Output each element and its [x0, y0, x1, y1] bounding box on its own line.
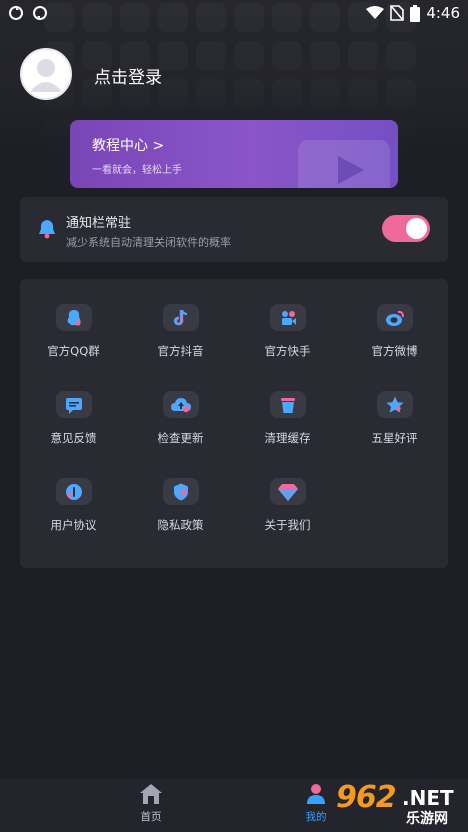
menu-item-kuaishou[interactable]: 官方快手: [234, 279, 341, 359]
profile-icon: [307, 784, 325, 804]
qq-icon: [55, 304, 92, 331]
tutorial-card[interactable]: 教程中心 > 一看就会，轻松上手: [70, 120, 398, 188]
menu-item-label: 隐私政策: [157, 518, 204, 532]
trash-icon: [269, 391, 306, 418]
menu-item-clear-cache[interactable]: 清理缓存: [234, 366, 341, 446]
avatar[interactable]: [20, 48, 72, 100]
no-sim-icon: [390, 5, 405, 21]
nav-home[interactable]: 首页: [111, 783, 191, 829]
menu-item-label: 官方抖音: [157, 344, 204, 358]
status-bar: 4:46: [0, 0, 468, 26]
menu-item-label: 清理缓存: [264, 431, 311, 445]
menu-item-five-star[interactable]: 五星好评: [341, 366, 448, 446]
play-icon: [298, 140, 390, 188]
notification-toggle[interactable]: [382, 215, 430, 242]
menu-panel: 官方QQ群 官方抖音 官方快手 官方微博 意见反馈 检查更新 清理缓存 五星好评…: [20, 279, 448, 568]
kuaishou-icon: [269, 304, 306, 331]
menu-item-label: 五星好评: [371, 431, 418, 445]
menu-item-user-agreement[interactable]: 用户协议: [20, 453, 127, 533]
agreement-icon: [55, 478, 92, 505]
battery-icon: [410, 4, 421, 22]
watermark-suffix: .NET: [402, 786, 454, 810]
wifi-icon: [366, 6, 385, 19]
menu-item-feedback[interactable]: 意见反馈: [20, 366, 127, 446]
watermark-text: 乐游网: [406, 811, 448, 827]
notification-card: 通知栏常驻 减少系统自动清理关闭软件的概率: [20, 197, 448, 262]
site-watermark-logo: 962 .NET 乐游网: [330, 780, 466, 828]
tutorial-subtitle: 一看就会，轻松上手: [92, 165, 182, 176]
douyin-icon: [162, 304, 199, 331]
login-label[interactable]: 点击登录: [94, 63, 162, 88]
watermark-number: 962: [336, 780, 397, 815]
sync-icon-2: [33, 6, 47, 20]
menu-item-label: 官方快手: [264, 344, 311, 358]
sync-icon: [9, 6, 23, 20]
user-icon: [30, 59, 62, 92]
diamond-icon: [269, 478, 306, 505]
tutorial-title: 教程中心 >: [92, 138, 165, 154]
feedback-icon: [55, 391, 92, 418]
menu-item-label: 用户协议: [50, 518, 97, 532]
menu-item-privacy-policy[interactable]: 隐私政策: [127, 453, 234, 533]
menu-item-weibo[interactable]: 官方微博: [341, 279, 448, 359]
weibo-icon: [376, 304, 413, 331]
bell-icon: [39, 220, 55, 239]
notification-title: 通知栏常驻: [66, 216, 132, 231]
notification-subtitle: 减少系统自动清理关闭软件的概率: [66, 236, 231, 249]
menu-item-check-update[interactable]: 检查更新: [127, 366, 234, 446]
nav-home-label: 首页: [140, 811, 162, 823]
menu-item-label: 意见反馈: [50, 431, 97, 445]
menu-item-about-us[interactable]: 关于我们: [234, 453, 341, 533]
menu-item-label: 官方微博: [371, 344, 418, 358]
toggle-knob: [406, 218, 427, 239]
nav-mine-label: 我的: [305, 811, 327, 823]
menu-item-label: 检查更新: [157, 431, 204, 445]
update-icon: [162, 391, 199, 418]
status-time: 4:46: [426, 4, 460, 22]
menu-item-label: 官方QQ群: [47, 344, 100, 358]
menu-item-qq-group[interactable]: 官方QQ群: [20, 279, 127, 359]
menu-item-label: 关于我们: [264, 518, 311, 532]
home-icon: [140, 784, 162, 804]
menu-item-douyin[interactable]: 官方抖音: [127, 279, 234, 359]
star-icon: [376, 391, 413, 418]
shield-icon: [162, 478, 199, 505]
